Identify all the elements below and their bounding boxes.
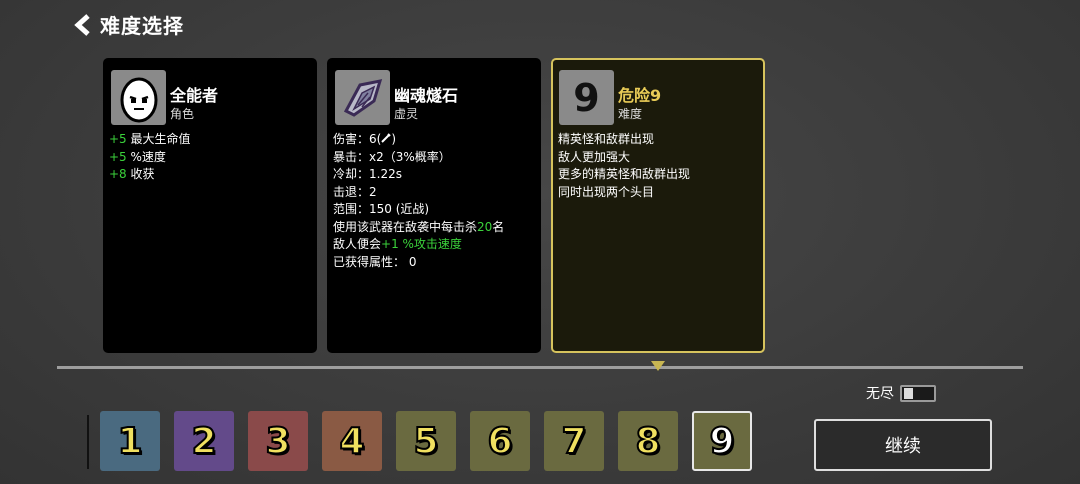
weapon-card[interactable]: 幽魂燧石 虚灵 伤害：6() 暴击：x2（3%概率） 冷却：1.22s 击退：2… — [327, 58, 541, 353]
stat-line: 暴击：x2（3%概率） — [333, 149, 451, 164]
endless-label: 无尽 — [866, 386, 894, 402]
stat-line: 更多的精英怪和敌群出现 — [558, 167, 691, 181]
stat-line: 精英怪和敌群出现 — [558, 132, 655, 146]
stat-line: 使用该武器在敌袭中每击杀20名 — [333, 219, 505, 234]
card-subtitle: 角色 — [170, 107, 195, 121]
selection-pointer-icon — [651, 361, 665, 371]
endless-toggle-group: 无尽 — [866, 383, 936, 403]
toggle-knob — [904, 387, 913, 399]
difficulty-slot-5[interactable]: 5 — [396, 411, 456, 471]
stat-line: 敌人便会+1 %攻击速度 — [333, 237, 462, 251]
continue-button[interactable]: 继续 — [814, 419, 992, 471]
chevron-left-icon[interactable] — [74, 13, 92, 36]
card-name: 危险9 — [618, 86, 662, 105]
difficulty-slot-4[interactable]: 4 — [322, 411, 382, 471]
difficulty-slot-6[interactable]: 6 — [470, 411, 530, 471]
stat-line: +5 最大生命值 — [109, 132, 191, 146]
stat-line: +8 收获 — [109, 167, 155, 181]
divider — [57, 366, 1023, 369]
stat-line: 击退：2 — [333, 184, 377, 199]
stat-line: 冷却：1.22s — [333, 167, 402, 181]
header: 难度选择 — [74, 10, 184, 39]
stat-line: 范围：150 (近战) — [333, 202, 430, 216]
difficulty-slot-9[interactable]: 9 — [692, 411, 752, 471]
stat-line: 敌人更加强大 — [558, 149, 631, 164]
difficulty-slot-3[interactable]: 3 — [248, 411, 308, 471]
stat-line: +5 %速度 — [109, 149, 166, 164]
card-name: 幽魂燧石 — [394, 86, 459, 105]
endless-toggle[interactable] — [900, 384, 936, 402]
sword-icon — [381, 132, 392, 146]
stat-line: 伤害：6() — [333, 132, 397, 146]
stat-line: 已获得属性： 0 — [333, 254, 417, 269]
difficulty-slot-8[interactable]: 8 — [618, 411, 678, 471]
difficulty-card[interactable]: 9 危险9 难度 精英怪和敌群出现 敌人更加强大 更多的精英怪和敌群出现 同时出… — [551, 58, 765, 353]
stat-line: 同时出现两个头目 — [558, 184, 655, 199]
character-card[interactable]: 全能者 角色 +5 最大生命值 +5 %速度 +8 收获 — [103, 58, 317, 353]
egg-character-icon — [111, 70, 166, 125]
flint-stone-icon — [335, 70, 390, 125]
card-subtitle: 虚灵 — [394, 107, 419, 121]
page-title: 难度选择 — [100, 14, 184, 38]
difficulty-slot-7[interactable]: 7 — [544, 411, 604, 471]
card-subtitle: 难度 — [618, 107, 643, 121]
difficulty-slot-2[interactable]: 2 — [174, 411, 234, 471]
difficulty-slot-1[interactable]: 1 — [100, 411, 160, 471]
slot-edge — [87, 415, 89, 469]
danger-level-icon: 9 — [559, 70, 614, 125]
card-name: 全能者 — [170, 86, 219, 105]
